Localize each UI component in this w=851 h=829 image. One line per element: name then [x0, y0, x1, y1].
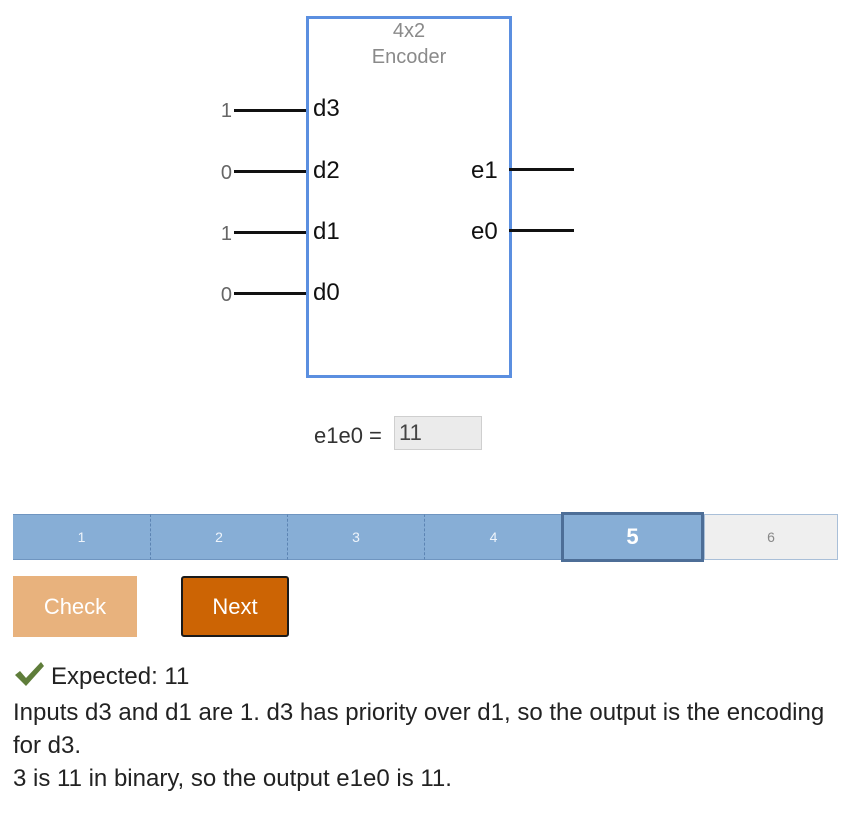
input-wire-d1: [234, 231, 306, 234]
pin-label-e0: e0: [471, 218, 498, 245]
next-button[interactable]: Next: [181, 576, 289, 637]
progress-step-5-current[interactable]: 5: [561, 512, 704, 562]
progress-step-1[interactable]: 1: [13, 514, 151, 560]
encoder-title-name: Encoder: [371, 46, 447, 68]
input-value-d0: 0: [220, 284, 232, 306]
explanation-line-1: Inputs d3 and d1 are 1. d3 has priority …: [13, 699, 825, 726]
explanation-line-3: 3 is 11 in binary, so the output e1e0 is…: [13, 765, 452, 792]
output-wire-e0: [509, 229, 574, 232]
output-wire-e1: [509, 168, 574, 171]
input-value-d2: 0: [220, 162, 232, 184]
input-wire-d3: [234, 109, 306, 112]
pin-label-d3: d3: [313, 95, 340, 122]
progress-step-2[interactable]: 2: [151, 514, 288, 560]
input-value-d3: 1: [220, 100, 232, 122]
input-wire-d0: [234, 292, 306, 295]
encoder-box: [306, 16, 512, 378]
encoder-title-size: 4x2: [392, 20, 426, 42]
answer-label: e1e0 =: [314, 423, 382, 448]
pin-label-d2: d2: [313, 157, 340, 184]
input-wire-d2: [234, 170, 306, 173]
check-button[interactable]: Check: [13, 576, 137, 637]
progress-step-3[interactable]: 3: [288, 514, 425, 560]
expected-text: Expected: 11: [51, 663, 190, 690]
pin-label-e1: e1: [471, 157, 498, 184]
progress-step-6[interactable]: 6: [704, 514, 838, 560]
answer-input[interactable]: [394, 416, 482, 450]
checkmark-icon: [15, 662, 44, 686]
input-value-d1: 1: [220, 223, 232, 245]
progress-step-4[interactable]: 4: [425, 514, 562, 560]
explanation-line-2: for d3.: [13, 732, 82, 759]
progress-bar: 1 2 3 4 5 6: [13, 512, 838, 562]
pin-label-d0: d0: [313, 279, 340, 306]
pin-label-d1: d1: [313, 218, 340, 245]
